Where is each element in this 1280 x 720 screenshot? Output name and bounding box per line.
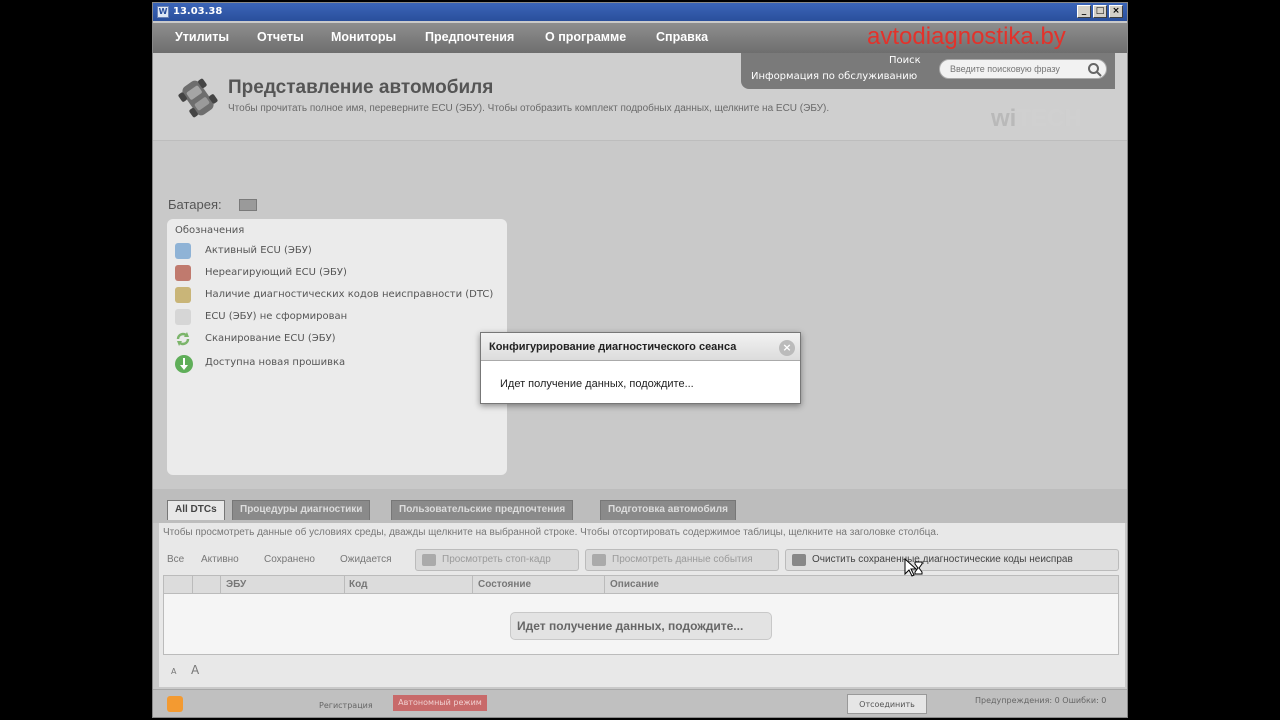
menu-help[interactable]: Справка [656, 30, 708, 44]
filter-pending[interactable]: Ожидается [340, 554, 392, 565]
registration-label[interactable]: Регистрация [319, 701, 373, 710]
watermark-text: avtodiagnostika.by [867, 23, 1066, 50]
legend-item-label: Активный ECU (ЭБУ) [205, 245, 312, 256]
filter-all[interactable]: Все [167, 554, 184, 565]
tab-user-preferences[interactable]: Пользовательские предпочтения [391, 500, 574, 520]
dialog-message: Идет получение данных, подождите... [500, 378, 694, 390]
service-info-label[interactable]: Информация по обслуживанию [751, 71, 917, 82]
app-icon: W [157, 6, 169, 18]
column-separator [220, 576, 221, 594]
unconfigured-ecu-swatch [175, 309, 191, 325]
font-size-decrease[interactable]: A [171, 667, 176, 676]
tab-strip: All DTCs Процедуры диагностики Пользоват… [153, 489, 1127, 523]
column-ecu[interactable]: ЭБУ [226, 579, 246, 590]
unresponsive-ecu-swatch [175, 265, 191, 281]
column-description[interactable]: Описание [610, 579, 659, 590]
title-bar[interactable]: W 13.03.38 _ □ × [153, 3, 1127, 21]
dtc-table: ЭБУ Код Состояние Описание Идет получени… [163, 575, 1119, 655]
hourglass-cursor-icon [904, 558, 923, 577]
search-icon[interactable] [1087, 62, 1103, 78]
legend-item-label: Доступна новая прошивка [205, 357, 346, 368]
clear-stored-dtcs-button[interactable]: Очистить сохраненные диагностические код… [785, 549, 1119, 571]
dialog-header: Конфигурирование диагностического сеанса… [481, 333, 800, 361]
page-hint: Чтобы прочитать полное имя, переверните … [228, 103, 830, 114]
column-separator [604, 576, 605, 594]
tab-diagnostic-procedures[interactable]: Процедуры диагностики [232, 500, 371, 520]
column-code[interactable]: Код [349, 579, 367, 590]
filter-stored[interactable]: Сохранено [264, 554, 315, 565]
column-separator [192, 576, 193, 594]
table-header: ЭБУ Код Состояние Описание [164, 576, 1118, 594]
menu-reports[interactable]: Отчеты [257, 30, 304, 44]
download-icon [175, 355, 193, 373]
view-event-data-button[interactable]: Просмотреть данные события [585, 549, 779, 571]
legend-item-label: Наличие диагностических кодов неисправно… [205, 289, 494, 300]
warnings-errors-count: Предупреждения: 0 Ошибки: 0 [975, 696, 1107, 705]
logo-tech: TECH [1016, 105, 1082, 132]
view-event-data-label: Просмотреть данные события [612, 554, 753, 565]
search-input[interactable] [939, 59, 1107, 79]
logo-wi: wi [991, 105, 1017, 132]
dialog-title: Конфигурирование диагностического сеанса [489, 341, 737, 353]
menu-monitors[interactable]: Мониторы [331, 30, 396, 44]
search-label: Поиск [889, 55, 921, 66]
page-header: Представление автомобиля Чтобы прочитать… [153, 53, 1127, 141]
maximize-button[interactable]: □ [1093, 5, 1107, 18]
close-window-button[interactable]: × [1109, 5, 1123, 18]
vehicle-icon [178, 78, 218, 118]
active-ecu-swatch [175, 243, 191, 259]
tab-vehicle-preparation[interactable]: Подготовка автомобиля [600, 500, 736, 520]
search-panel: Поиск Информация по обслуживанию [741, 53, 1115, 89]
column-status[interactable]: Состояние [478, 579, 531, 590]
disconnect-button[interactable]: Отсоединить [847, 694, 927, 714]
font-size-increase[interactable]: A [191, 663, 199, 677]
view-freeze-frame-button[interactable]: Просмотреть стоп-кадр [415, 549, 579, 571]
rss-icon[interactable] [167, 696, 183, 712]
page-title: Представление автомобиля [228, 77, 494, 98]
legend-item-label: ECU (ЭБУ) не сформирован [205, 311, 348, 322]
menu-about[interactable]: О программе [545, 30, 626, 44]
event-data-icon [592, 554, 606, 566]
witech-logo: wiTECH [991, 105, 1082, 133]
dtc-hint: Чтобы просмотреть данные об условиях сре… [163, 527, 939, 538]
dtc-present-swatch [175, 287, 191, 303]
battery-label: Батарея: [168, 197, 222, 212]
refresh-icon [176, 332, 190, 346]
column-separator [472, 576, 473, 594]
offline-mode-badge: Автономный режим [393, 695, 487, 711]
clear-stored-dtcs-label: Очистить сохраненные диагностические код… [812, 554, 1073, 565]
freeze-frame-icon [422, 554, 436, 566]
dtc-panel: Чтобы просмотреть данные об условиях сре… [159, 523, 1125, 687]
clear-icon [792, 554, 806, 566]
legend-item-label: Сканирование ECU (ЭБУ) [205, 333, 336, 344]
session-config-dialog: Конфигурирование диагностического сеанса… [480, 332, 801, 404]
menu-utilities[interactable]: Утилиты [175, 30, 229, 44]
dialog-close-icon[interactable]: × [779, 340, 795, 356]
column-separator [344, 576, 345, 594]
table-loading-message: Идет получение данных, подождите... [510, 612, 772, 640]
legend-panel: Обозначения Активный ECU (ЭБУ) Нереагиру… [167, 219, 507, 475]
view-freeze-frame-label: Просмотреть стоп-кадр [442, 554, 551, 565]
tab-all-dtcs[interactable]: All DTCs [167, 500, 225, 520]
status-bar: Регистрация Автономный режим Отсоединить… [153, 689, 1127, 717]
battery-icon [239, 199, 257, 211]
menu-preferences[interactable]: Предпочтения [425, 30, 514, 44]
legend-title: Обозначения [175, 225, 245, 236]
window-title: 13.03.38 [173, 6, 223, 17]
filter-active[interactable]: Активно [201, 554, 239, 565]
minimize-button[interactable]: _ [1077, 5, 1091, 18]
legend-item-label: Нереагирующий ECU (ЭБУ) [205, 267, 347, 278]
dtc-filter-bar: Все Активно Сохранено Ожидается Просмотр… [163, 549, 1121, 571]
